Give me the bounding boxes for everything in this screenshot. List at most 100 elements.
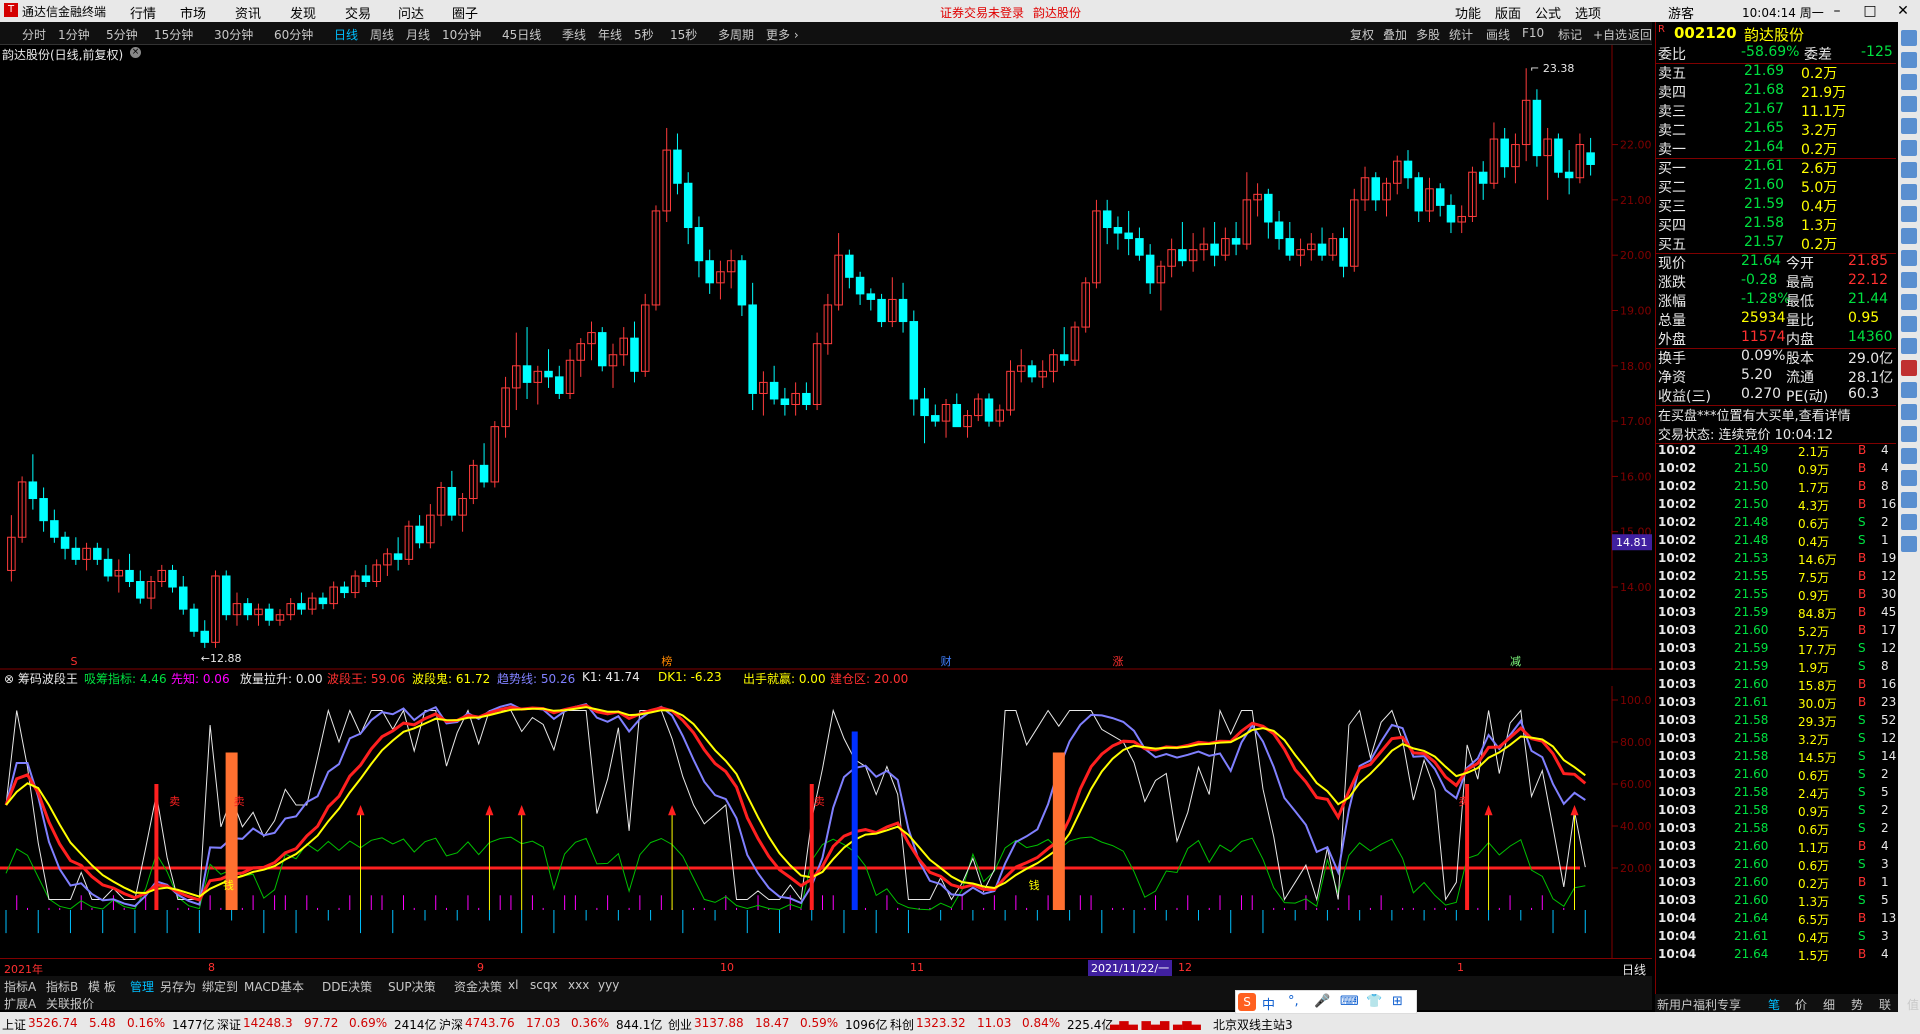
index-name-2[interactable]: 沪深 <box>439 1016 463 1033</box>
period-16[interactable]: 更多 › <box>766 26 799 43</box>
ime-logo-icon[interactable]: S <box>1238 993 1256 1011</box>
tab-1[interactable]: 指标B <box>46 978 78 995</box>
period-12[interactable]: 年线 <box>598 26 622 43</box>
period-5[interactable]: 60分钟 <box>274 26 313 43</box>
calendar-icon[interactable] <box>1901 294 1917 310</box>
quote-tab-4[interactable]: 势 <box>1851 996 1863 1013</box>
period-0[interactable]: 分时 <box>22 26 46 43</box>
buy-icon[interactable] <box>1901 448 1917 464</box>
menu-quanzi[interactable]: 圈子 <box>452 3 478 22</box>
tool-1[interactable]: 叠加 <box>1383 26 1407 43</box>
grid-icon[interactable] <box>1901 74 1917 90</box>
tab-6[interactable]: MACD基本 <box>244 978 304 995</box>
menu-hangqing[interactable]: 行情 <box>130 3 156 22</box>
tab-5[interactable]: 绑定到 <box>202 978 238 995</box>
tab-3[interactable]: 管理 <box>130 978 154 995</box>
more-icon[interactable] <box>1901 492 1917 508</box>
index-name-0[interactable]: 上证 <box>2 1016 26 1033</box>
tool-3[interactable]: 统计 <box>1449 26 1473 43</box>
sell-icon[interactable] <box>1901 426 1917 442</box>
rsi-icon[interactable] <box>1901 360 1917 376</box>
period-1[interactable]: 1分钟 <box>58 26 90 43</box>
ime-button-3[interactable]: ⌨ <box>1340 994 1359 1009</box>
tool-5[interactable]: F10 <box>1522 26 1544 40</box>
menu-zixun[interactable]: 资讯 <box>235 3 261 22</box>
menu-gongneng[interactable]: 功能 <box>1455 3 1481 22</box>
fund-icon[interactable] <box>1901 338 1917 354</box>
period-11[interactable]: 季线 <box>562 26 586 43</box>
tab-extend-a[interactable]: 扩展A <box>4 995 36 1012</box>
login-warning[interactable]: 证券交易未登录 <box>940 4 1024 21</box>
period-9[interactable]: 10分钟 <box>442 26 481 43</box>
period-15[interactable]: 多周期 <box>718 26 754 43</box>
tool-2[interactable]: 多股 <box>1416 26 1440 43</box>
close-icon[interactable]: ✕ <box>1888 0 1918 22</box>
ime-button-2[interactable]: 🎤 <box>1314 994 1330 1009</box>
news-icon[interactable] <box>1901 162 1917 178</box>
tool-4[interactable]: 画线 <box>1486 26 1510 43</box>
period-13[interactable]: 5秒 <box>634 26 654 43</box>
period-8[interactable]: 月线 <box>406 26 430 43</box>
menu-wenda[interactable]: 问达 <box>398 3 424 22</box>
index-name-4[interactable]: 科创 <box>890 1016 914 1033</box>
tab-7[interactable]: DDE决策 <box>322 978 372 995</box>
quote-tab-5[interactable]: 联 <box>1879 996 1891 1013</box>
tab-13[interactable]: yyy <box>598 978 619 992</box>
ime-button-0[interactable]: 中 <box>1262 994 1275 1013</box>
period-10[interactable]: 45日线 <box>502 26 541 43</box>
period-7[interactable]: 周线 <box>370 26 394 43</box>
tab-2[interactable]: 模 板 <box>88 978 116 995</box>
menu-youke[interactable]: 游客 <box>1668 3 1694 22</box>
money-icon[interactable] <box>1901 316 1917 332</box>
indicator-chart[interactable]: 100.0 80.00 60.00 40.00 20.00 卖 卖 卖 卖钱 钱 <box>0 686 1652 958</box>
period-3[interactable]: 15分钟 <box>154 26 193 43</box>
quote-tab-3[interactable]: 细 <box>1823 996 1835 1013</box>
tab-related-quote[interactable]: 关联报价 <box>46 995 94 1012</box>
tool-0[interactable]: 复权 <box>1350 26 1374 43</box>
menu-gongshi[interactable]: 公式 <box>1535 3 1561 22</box>
refresh-icon[interactable] <box>1901 272 1917 288</box>
menu-banmian[interactable]: 版面 <box>1495 3 1521 22</box>
trend-icon[interactable] <box>1901 96 1917 112</box>
period-6[interactable]: 日线 <box>334 26 358 43</box>
minimize-icon[interactable]: – <box>1822 0 1852 22</box>
index-name-3[interactable]: 创业 <box>668 1016 692 1033</box>
tab-9[interactable]: 资金决策 <box>454 978 502 995</box>
tab-10[interactable]: xl <box>508 978 518 992</box>
list-icon[interactable] <box>1901 140 1917 156</box>
zoom-in-icon[interactable] <box>1901 30 1917 46</box>
tool-icon[interactable] <box>1901 404 1917 420</box>
zoom-out-icon[interactable] <box>1901 52 1917 68</box>
candlestick-chart[interactable]: 22.0021.0020.0019.0018.0017.0016.0015.00… <box>0 45 1652 670</box>
ime-button-1[interactable]: °, <box>1288 994 1299 1009</box>
period-4[interactable]: 30分钟 <box>214 26 253 43</box>
menu-xuanxiang[interactable]: 选项 <box>1575 3 1601 22</box>
pen-icon[interactable] <box>1901 382 1917 398</box>
quote-tab-2[interactable]: 价 <box>1795 996 1807 1013</box>
tool-8[interactable]: 返回 <box>1628 26 1652 43</box>
quote-tab-1[interactable]: 笔 <box>1768 996 1780 1013</box>
calc-icon[interactable] <box>1901 184 1917 200</box>
tab-11[interactable]: scqx <box>530 978 558 992</box>
lock-icon[interactable] <box>1901 228 1917 244</box>
tab-4[interactable]: 另存为 <box>160 978 196 995</box>
maximize-icon[interactable]: □ <box>1855 0 1885 22</box>
period-14[interactable]: 15秒 <box>670 26 697 43</box>
tab-12[interactable]: xxx <box>568 978 589 992</box>
settings-icon[interactable] <box>1901 514 1917 530</box>
ime-button-4[interactable]: 👕 <box>1366 994 1382 1009</box>
period-2[interactable]: 5分钟 <box>106 26 138 43</box>
layers-icon[interactable] <box>1901 536 1917 552</box>
star-icon[interactable] <box>1901 250 1917 266</box>
tab-8[interactable]: SUP决策 <box>388 978 436 995</box>
menu-shichang[interactable]: 市场 <box>180 3 206 22</box>
server-name[interactable]: 北京双线主站3 <box>1213 1016 1293 1033</box>
index-name-1[interactable]: 深证 <box>217 1016 241 1033</box>
f10-icon[interactable] <box>1901 206 1917 222</box>
indicator-name[interactable]: ⊗ 筹码波段王 <box>4 670 78 687</box>
menu-faxian[interactable]: 发现 <box>290 3 316 22</box>
tab-0[interactable]: 指标A <box>4 978 36 995</box>
chart-icon[interactable] <box>1901 118 1917 134</box>
quote-tab-6[interactable]: 值 <box>1907 996 1919 1013</box>
tool-6[interactable]: 标记 <box>1558 26 1582 43</box>
